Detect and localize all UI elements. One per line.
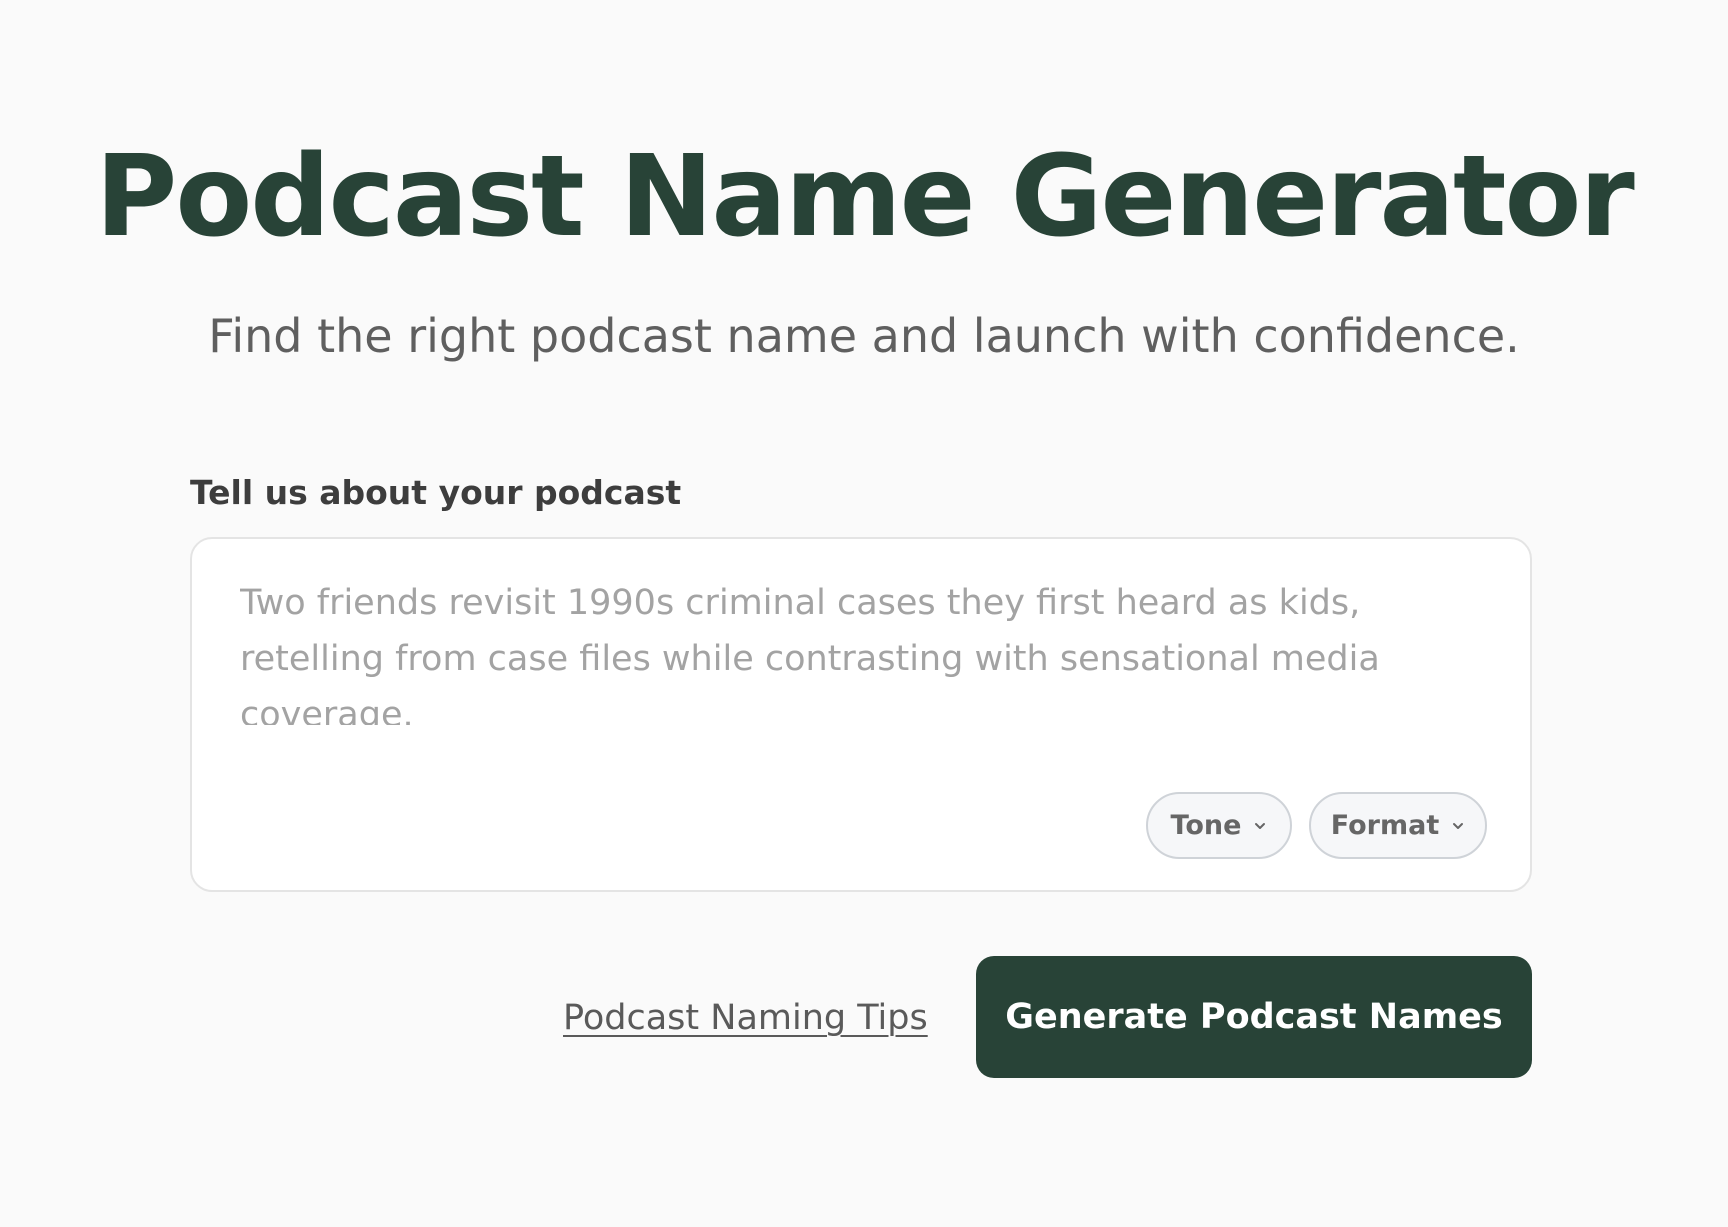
page-title: Podcast Name Generator: [95, 132, 1634, 262]
format-dropdown[interactable]: Format: [1309, 792, 1487, 859]
chevron-down-icon: [1255, 822, 1266, 829]
page: Podcast Name Generator Find the right po…: [0, 0, 1728, 1227]
description-input[interactable]: [240, 575, 1460, 725]
format-dropdown-label: Format: [1330, 810, 1440, 841]
tone-dropdown[interactable]: Tone: [1146, 792, 1292, 859]
chevron-down-icon: [1453, 822, 1464, 829]
description-label: Tell us about your podcast: [190, 473, 682, 512]
generate-names-button[interactable]: Generate Podcast Names: [976, 956, 1532, 1078]
naming-tips-link[interactable]: Podcast Naming Tips: [563, 992, 928, 1044]
page-subtitle: Find the right podcast name and launch w…: [208, 309, 1520, 363]
tone-dropdown-label: Tone: [1170, 810, 1242, 841]
description-card: Tone Format: [190, 537, 1532, 892]
